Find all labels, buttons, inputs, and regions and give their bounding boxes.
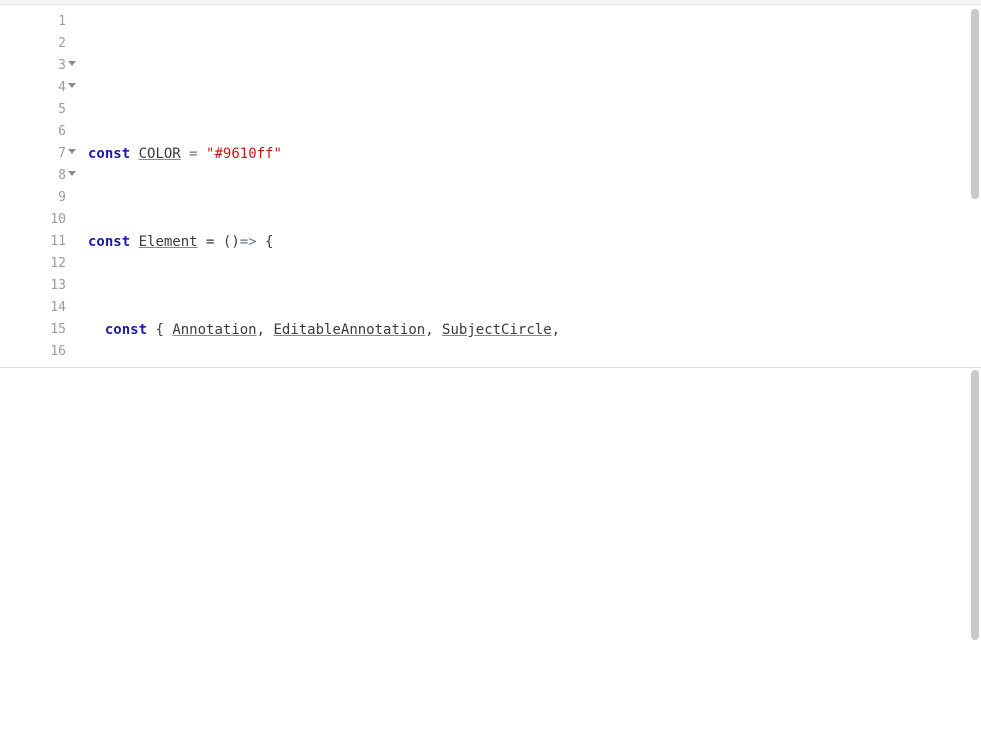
line-number: 15 [0,319,66,341]
output-vertical-scrollbar[interactable] [971,370,979,750]
code-line[interactable]: const { Annotation, EditableAnnotation, … [88,319,969,341]
line-number: 7 [0,143,66,165]
line-number: 3 [0,55,66,77]
line-number: 2 [0,33,66,55]
output-preview-pane[interactable] [0,368,981,753]
code-line[interactable] [88,55,969,77]
line-number: 14 [0,297,66,319]
code-text-area[interactable]: const COLOR = "#9610ff" const Element = … [88,5,969,367]
line-number: 9 [0,187,66,209]
fold-marker-icon[interactable] [68,61,76,66]
fold-marker-icon[interactable] [68,149,76,154]
fold-marker-icon[interactable] [68,83,76,88]
line-number: 4 [0,77,66,99]
line-number: 16 [0,341,66,363]
line-number: 5 [0,99,66,121]
line-number: 13 [0,275,66,297]
fold-marker-icon[interactable] [68,171,76,176]
line-number: 8 [0,165,66,187]
line-number: 10 [0,209,66,231]
code-editor-pane[interactable]: S 1 2 3 4 5 6 7 8 9 10 11 12 13 14 15 16… [0,5,981,368]
line-number-gutter: 1 2 3 4 5 6 7 8 9 10 11 12 13 14 15 16 [0,5,78,367]
line-number: 11 [0,231,66,253]
line-number: 12 [0,253,66,275]
editor-vertical-scrollbar[interactable] [971,9,979,359]
scrollbar-thumb[interactable] [971,370,979,640]
panes-container: S 1 2 3 4 5 6 7 8 9 10 11 12 13 14 15 16… [0,5,981,753]
code-line[interactable]: const COLOR = "#9610ff" [88,143,969,165]
code-line[interactable]: const Element = ()=> { [88,231,969,253]
scrollbar-thumb[interactable] [971,9,979,199]
line-number: 1 [0,11,66,33]
line-number: 6 [0,121,66,143]
